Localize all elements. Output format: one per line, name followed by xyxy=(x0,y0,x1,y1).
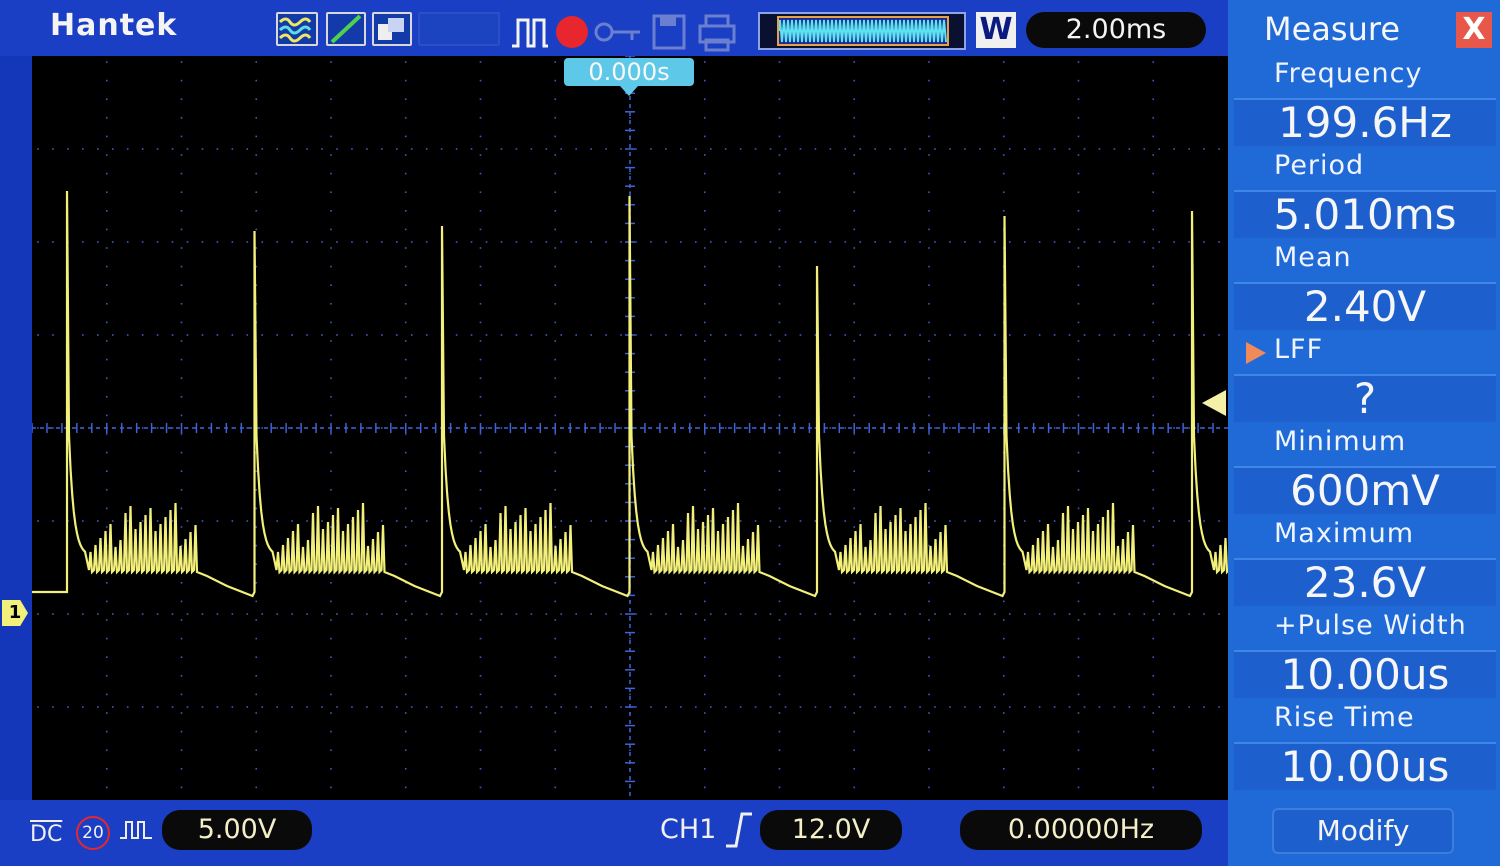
bandwidth-limit-icon: 20 xyxy=(76,816,110,850)
measure-value-rise-time[interactable]: 10.00us xyxy=(1234,742,1496,790)
measure-value-lff[interactable]: ? xyxy=(1234,374,1496,422)
measure-value-pulse-width[interactable]: 10.00us xyxy=(1234,650,1496,698)
measure-value-frequency[interactable]: 199.6Hz xyxy=(1234,98,1496,146)
measure-title: Measure xyxy=(1264,10,1400,48)
trigger-source-label: CH1 xyxy=(660,814,717,845)
measure-label-pulse-width: +Pulse Width xyxy=(1274,610,1467,641)
measure-label-rise-time: Rise Time xyxy=(1274,702,1415,733)
brand-logo: Hantek xyxy=(50,8,178,43)
trigger-level-value[interactable]: 12.0V xyxy=(760,810,902,850)
measure-label-mean: Mean xyxy=(1274,242,1352,273)
trigger-position-marker: 0.000s xyxy=(564,58,694,86)
persistence-icon[interactable] xyxy=(372,12,412,46)
top-toolbar: Hantek W 2.00ms xyxy=(0,0,1228,56)
selected-arrow-icon xyxy=(1246,342,1266,364)
measure-label-lff: LFF xyxy=(1274,334,1324,365)
timebase-value[interactable]: 2.00ms xyxy=(1026,12,1206,48)
waveform-mode-icon[interactable] xyxy=(276,12,318,46)
square-wave-icon xyxy=(118,814,156,852)
measure-panel: Measure X Frequency 199.6Hz Period 5.010… xyxy=(1228,0,1500,866)
status-display-box xyxy=(418,12,500,46)
trigger-time-pointer-icon xyxy=(620,86,638,96)
trigger-level-arrow-icon xyxy=(1202,390,1226,416)
coupling-label: DC xyxy=(30,822,63,847)
oscilloscope-display: 0.000s xyxy=(31,55,1378,800)
waveform-overview[interactable] xyxy=(758,12,966,50)
ch1-volts-per-div[interactable]: 5.00V xyxy=(162,810,312,850)
measure-value-maximum[interactable]: 23.6V xyxy=(1234,558,1496,606)
measure-label-frequency: Frequency xyxy=(1274,58,1423,89)
measure-label-maximum: Maximum xyxy=(1274,518,1415,549)
measure-label-minimum: Minimum xyxy=(1274,426,1407,457)
measure-label-period: Period xyxy=(1274,150,1365,181)
line-mode-icon[interactable] xyxy=(326,12,366,46)
measure-value-period[interactable]: 5.010ms xyxy=(1234,190,1496,238)
measure-value-mean[interactable]: 2.40V xyxy=(1234,282,1496,330)
status-bar: DC 20 5.00V CH1 12.0V 0.00000Hz xyxy=(0,800,1228,866)
ch1-ground-marker: 1 xyxy=(2,600,28,626)
pulse-icon[interactable] xyxy=(510,14,550,54)
ch1-waveform-trace xyxy=(32,190,1378,598)
close-icon[interactable]: X xyxy=(1456,12,1492,48)
save-icon xyxy=(650,12,690,56)
print-icon xyxy=(696,12,738,56)
trigger-frequency-value: 0.00000Hz xyxy=(960,810,1202,850)
record-icon[interactable] xyxy=(556,16,588,48)
rising-edge-icon xyxy=(724,810,754,854)
modify-button[interactable]: Modify xyxy=(1272,808,1454,854)
measure-value-minimum[interactable]: 600mV xyxy=(1234,466,1496,514)
key-icon xyxy=(594,20,644,48)
window-mode-indicator: W xyxy=(976,12,1016,48)
